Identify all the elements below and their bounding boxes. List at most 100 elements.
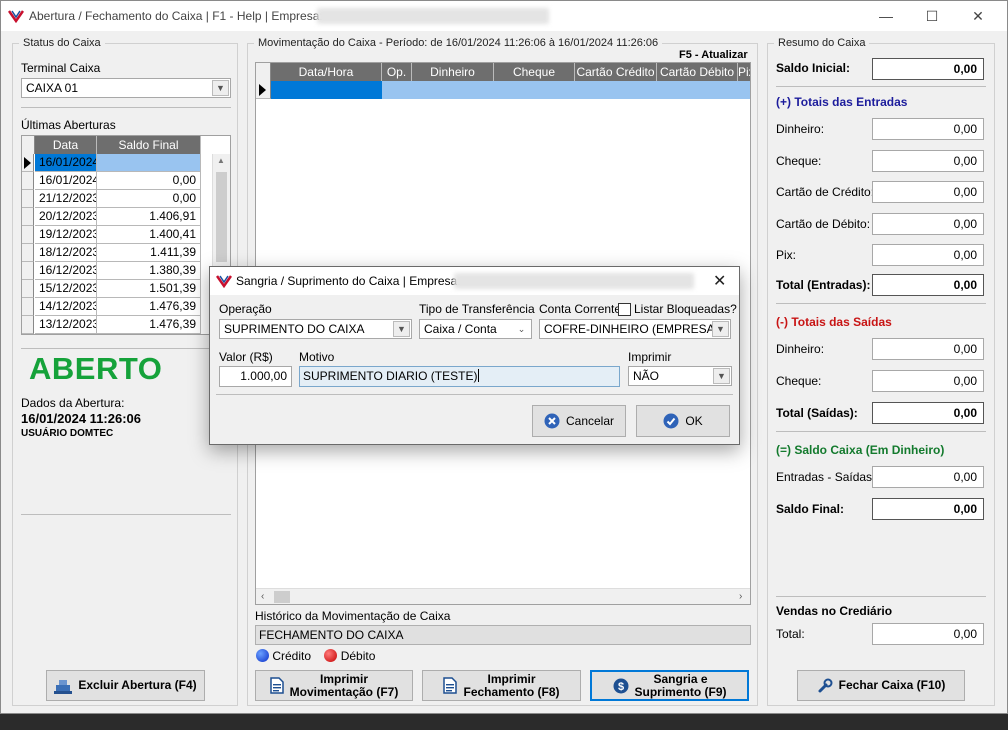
entradas-saidas-field: 0,00: [872, 466, 984, 488]
abertura-saldo[interactable]: 1.406,91: [97, 208, 201, 226]
col-data: Data: [35, 136, 97, 154]
sangria-suprimento-button[interactable]: $ Sangria e Suprimento (F9): [590, 670, 749, 701]
row-indicator: [22, 298, 34, 316]
abertura-saldo[interactable]: 1.380,39: [97, 262, 201, 280]
legend: Crédito Débito: [256, 649, 375, 663]
historico-field: FECHAMENTO DO CAIXA: [255, 625, 751, 645]
tipo-select[interactable]: Caixa / Conta ⌄: [419, 319, 532, 339]
refresh-label[interactable]: F5 - Atualizar: [679, 49, 748, 61]
imprimir-fechamento-button[interactable]: Imprimir Fechamento (F8): [422, 670, 581, 701]
grid-hscrollbar[interactable]: ‹ ›: [256, 588, 750, 604]
row-indicator: [22, 316, 34, 334]
imprimir-select[interactable]: NÃO ▼: [628, 366, 732, 386]
aberturas-grid[interactable]: Data Saldo Final 16/01/2024 16/01/2024 0,0…: [21, 135, 231, 335]
abertura-saldo[interactable]: 1.400,41: [97, 226, 201, 244]
entradas-label: Cartão de Débito:: [776, 216, 871, 231]
scroll-left-icon: ‹: [261, 591, 265, 602]
abertura-data[interactable]: 16/01/2024: [35, 154, 97, 172]
entradas-field: 0,00: [872, 118, 984, 140]
selected-row[interactable]: [382, 81, 750, 99]
motivo-label: Motivo: [299, 350, 335, 364]
ok-label: OK: [685, 413, 703, 428]
conta-select[interactable]: COFRE-DINHEIRO (EMPRESA) ▼: [539, 319, 731, 339]
abertura-saldo[interactable]: 1.476,39: [97, 298, 201, 316]
terminal-select[interactable]: CAIXA 01 ▼: [21, 78, 231, 98]
dialog-close-icon[interactable]: ✕: [713, 271, 726, 291]
total-saidas-label: Total (Saídas):: [776, 406, 858, 420]
chevron-down-icon: ▼: [713, 368, 730, 384]
maximize-button[interactable]: ☐: [909, 1, 955, 31]
col-cheque: Cheque: [494, 63, 575, 81]
abertura-data[interactable]: 15/12/2023: [35, 280, 97, 298]
cancel-icon: [544, 413, 560, 429]
status-group-title: Status do Caixa: [19, 37, 105, 49]
terminal-label: Terminal Caixa: [21, 61, 101, 75]
divider: [776, 86, 986, 87]
ultimas-label: Últimas Aberturas: [21, 118, 116, 132]
row-indicator: [22, 244, 34, 262]
abertura-data[interactable]: 14/12/2023: [35, 298, 97, 316]
svg-text:$: $: [617, 681, 623, 693]
saldo-final-label: Saldo Final:: [776, 502, 845, 516]
main-window: Abertura / Fechamento do Caixa | F1 - He…: [0, 0, 1008, 714]
entradas-label: Cheque:: [776, 153, 822, 168]
imprimir-value: NÃO: [633, 369, 660, 383]
listar-bloqueadas-checkbox[interactable]: [618, 303, 631, 316]
valor-input[interactable]: 1.000,00: [219, 366, 292, 387]
abertura-saldo[interactable]: 0,00: [97, 190, 201, 208]
text-caret: [478, 369, 480, 382]
ok-button[interactable]: OK: [636, 405, 730, 437]
scroll-thumb[interactable]: [216, 172, 227, 262]
minimize-button[interactable]: —: [863, 1, 909, 31]
motivo-input[interactable]: SUPRIMENTO DIARIO (TESTE): [299, 366, 620, 387]
chevron-down-icon: ▼: [712, 321, 729, 337]
abertura-saldo[interactable]: 1.476,39: [97, 316, 201, 334]
fechar-caixa-button[interactable]: Fechar Caixa (F10): [797, 670, 965, 701]
hscroll-thumb[interactable]: [274, 591, 290, 603]
money-icon: $: [613, 678, 628, 693]
status-aberto: ABERTO: [29, 351, 163, 386]
divider: [21, 514, 231, 515]
vendas-total-label: Total:: [776, 627, 805, 641]
entradas-label: Dinheiro:: [776, 122, 825, 136]
divider: [21, 348, 231, 349]
imprimir-movimentacao-button[interactable]: Imprimir Movimentação (F7): [255, 670, 413, 701]
saidas-field: 0,00: [872, 370, 984, 392]
operacao-select[interactable]: SUPRIMENTO DO CAIXA ▼: [219, 319, 412, 339]
window-title: Abertura / Fechamento do Caixa | F1 - He…: [29, 9, 323, 23]
abertura-data[interactable]: 20/12/2023: [35, 208, 97, 226]
excluir-abertura-button[interactable]: Excluir Abertura (F4): [46, 670, 205, 701]
divider: [776, 596, 986, 597]
legend-debito: Débito: [340, 649, 376, 663]
abertura-data[interactable]: 19/12/2023: [35, 226, 97, 244]
cancelar-button[interactable]: Cancelar: [532, 405, 626, 437]
col-datahora: Data/Hora: [271, 63, 382, 81]
abertura-saldo[interactable]: 0,00: [97, 172, 201, 190]
entradas-label: Cartão de Crédito:: [776, 185, 875, 199]
abertura-data[interactable]: 18/12/2023: [35, 244, 97, 262]
grid-corner: [22, 136, 35, 154]
abertura-data[interactable]: 21/12/2023: [35, 190, 97, 208]
abertura-data[interactable]: 16/12/2023: [35, 262, 97, 280]
selected-cell[interactable]: [271, 81, 382, 99]
redacted-company: [317, 8, 549, 24]
app-logo-icon: [8, 10, 24, 23]
dados-label: Dados da Abertura:: [21, 396, 125, 410]
document-icon: [443, 677, 458, 694]
divider: [776, 303, 986, 304]
vendas-total-field: 0,00: [872, 623, 984, 645]
row-indicator: [22, 226, 34, 244]
abertura-data[interactable]: 16/01/2024: [35, 172, 97, 190]
grid-corner: [256, 63, 271, 81]
document-icon: [269, 677, 284, 694]
abertura-data[interactable]: 13/12/2023: [35, 316, 97, 334]
close-button[interactable]: ✕: [955, 1, 1001, 31]
abertura-saldo[interactable]: 1.501,39: [97, 280, 201, 298]
total-entradas-field: 0,00: [872, 274, 984, 296]
saldo-caixa-title: (=) Saldo Caixa (Em Dinheiro): [776, 443, 945, 457]
conta-label: Conta Corrente: [539, 302, 622, 316]
abertura-saldo[interactable]: 1.411,39: [97, 244, 201, 262]
movimentacao-title: Movimentação do Caixa - Período: de 16/0…: [254, 37, 663, 49]
abertura-saldo[interactable]: [97, 154, 201, 172]
conta-value: COFRE-DINHEIRO (EMPRESA): [544, 322, 719, 336]
